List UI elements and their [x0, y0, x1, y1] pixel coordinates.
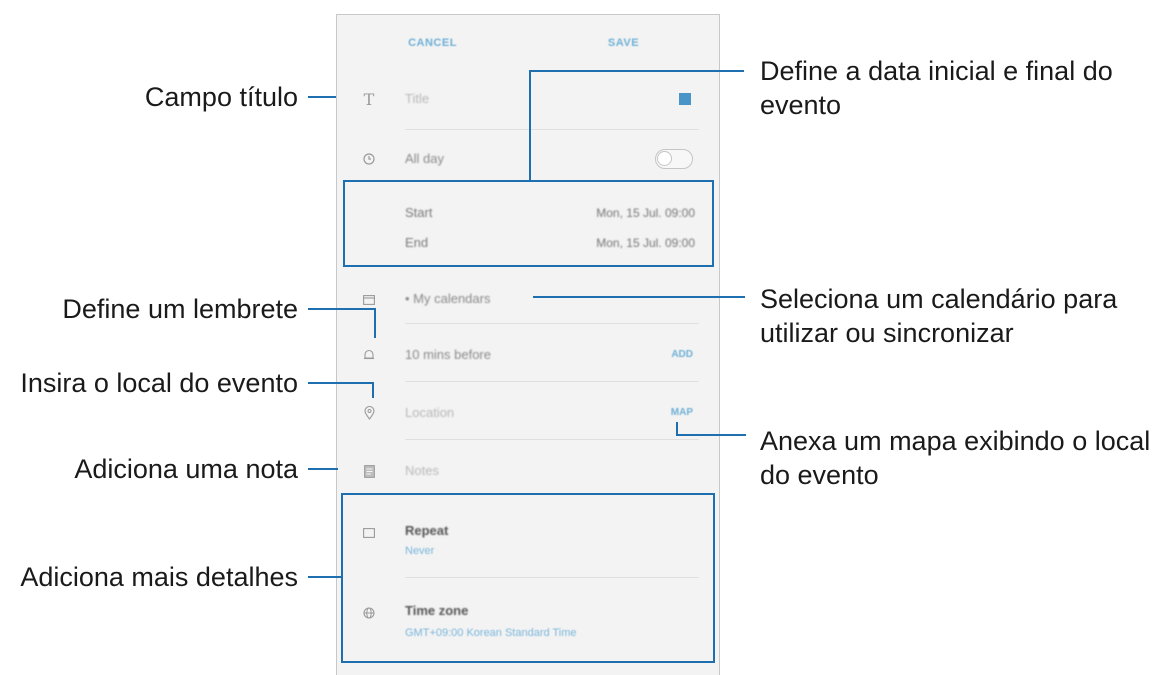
toggle-knob — [657, 151, 672, 166]
details-highlight — [341, 493, 715, 663]
divider — [405, 323, 699, 324]
cancel-button[interactable]: CANCEL — [337, 37, 528, 49]
map-button[interactable]: MAP — [671, 407, 693, 418]
callout-line: do evento — [760, 460, 879, 490]
callout-line: utilizar ou sincronizar — [760, 318, 1014, 348]
calendar-connector — [533, 296, 745, 298]
clock-icon — [359, 149, 379, 169]
callout-details: Adiciona mais detalhes — [20, 562, 298, 592]
notes-row: Notes — [337, 453, 719, 489]
color-picker-icon[interactable] — [679, 93, 691, 105]
title-connector — [308, 96, 336, 98]
text-icon: T — [363, 89, 375, 109]
all-day-label: All day — [405, 151, 445, 166]
callout-calendar: Seleciona um calendário para utilizar ou… — [760, 282, 1117, 350]
note-icon — [359, 461, 379, 481]
add-reminder-button[interactable]: ADD — [671, 349, 693, 360]
title-input[interactable]: Title — [405, 91, 429, 106]
callout-title-field: Campo título — [144, 82, 298, 112]
save-button[interactable]: SAVE — [528, 37, 719, 49]
callout-line: Seleciona um calendário para — [760, 284, 1118, 314]
map-connector — [676, 434, 746, 436]
reminder-connector — [308, 308, 376, 310]
divider — [405, 439, 699, 440]
calendar-row[interactable]: • My calendars — [337, 281, 719, 317]
top-bar: CANCEL SAVE — [337, 15, 719, 71]
all-day-toggle[interactable] — [655, 149, 693, 169]
location-connector — [308, 382, 374, 384]
callout-reminder: Define um lembrete — [62, 294, 298, 324]
reminder-row: 10 mins before ADD — [337, 337, 719, 373]
callout-date-range: Define a data inicial e final do evento — [760, 54, 1113, 122]
note-connector — [308, 468, 338, 470]
all-day-row: All day — [337, 141, 719, 177]
calendar-selector[interactable]: • My calendars — [405, 291, 490, 306]
location-input[interactable]: Location — [405, 405, 454, 420]
callout-map: Anexa um mapa exibindo o local do evento — [760, 424, 1150, 492]
title-row[interactable]: T Title — [337, 81, 719, 117]
callout-note: Adiciona uma nota — [74, 454, 298, 484]
location-row: Location MAP — [337, 395, 719, 431]
callout-line: Anexa um mapa exibindo o local — [760, 426, 1151, 456]
details-connector — [308, 576, 342, 578]
divider — [405, 381, 699, 382]
callout-line: evento — [760, 90, 842, 120]
bell-icon — [359, 345, 379, 365]
callout-location: Insira o local do evento — [20, 368, 298, 398]
reminder-connector-vertical — [374, 308, 376, 338]
reminder-value[interactable]: 10 mins before — [405, 347, 491, 362]
callout-line: Define a data inicial e final do — [760, 56, 1113, 86]
date-range-highlight — [343, 180, 714, 267]
date-range-connector-vertical — [529, 70, 531, 181]
notes-input[interactable]: Notes — [405, 463, 439, 478]
calendar-icon — [359, 289, 379, 309]
location-pin-icon — [359, 403, 379, 423]
divider — [405, 129, 699, 130]
date-range-connector — [530, 70, 744, 72]
location-connector-vertical — [372, 382, 374, 398]
